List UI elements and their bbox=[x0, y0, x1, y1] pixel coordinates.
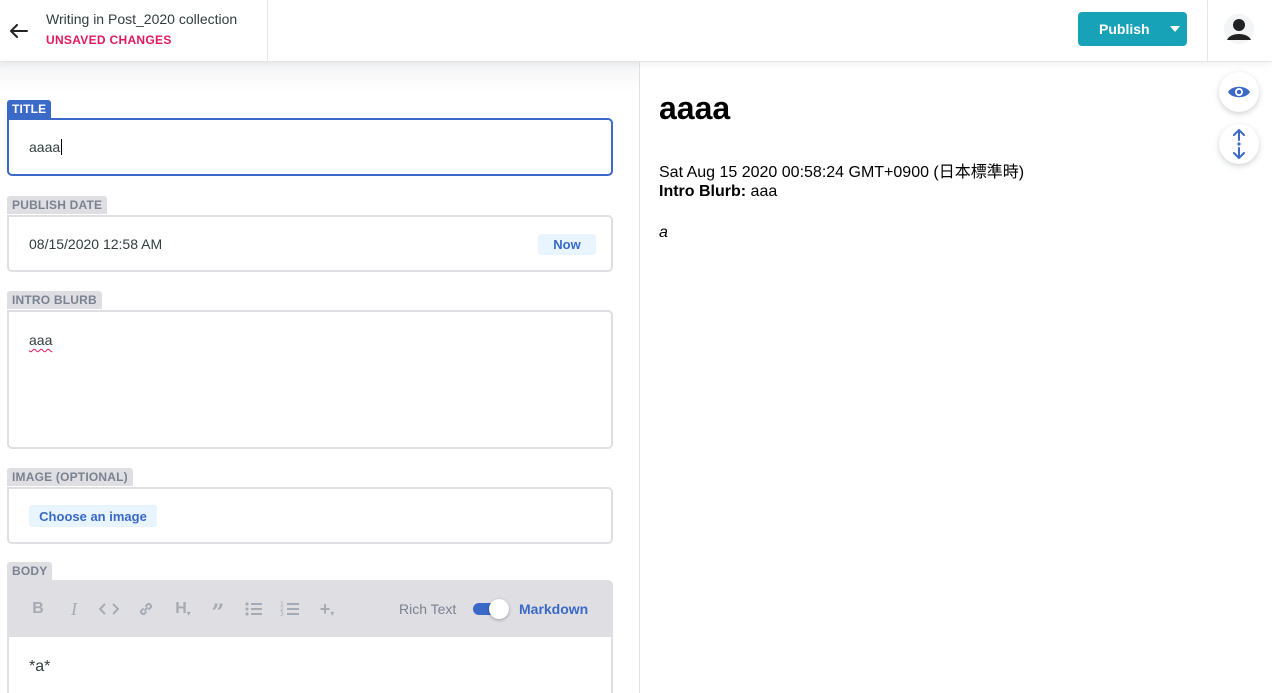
quote-icon[interactable]: ” bbox=[207, 598, 229, 626]
body-input[interactable]: *a* bbox=[7, 637, 613, 693]
publish-label: Publish bbox=[1099, 21, 1150, 37]
heading-icon[interactable]: H ▾ bbox=[170, 598, 196, 620]
intro-blurb-label: INTRO BLURB bbox=[7, 291, 102, 309]
title-value: aaaa bbox=[29, 139, 61, 155]
preview-blurb-value: aaa bbox=[746, 183, 778, 200]
intro-blurb-input[interactable]: aaa bbox=[7, 310, 613, 449]
breadcrumb: Writing in Post_2020 collection UNSAVED … bbox=[46, 11, 237, 47]
title-label: TITLE bbox=[7, 100, 52, 118]
top-bar: Writing in Post_2020 collection UNSAVED … bbox=[0, 0, 1272, 62]
preview-blurb: Intro Blurb: aaa bbox=[659, 183, 777, 201]
bold-icon[interactable]: B bbox=[27, 598, 49, 620]
header-divider bbox=[267, 0, 268, 62]
back-button[interactable] bbox=[0, 0, 38, 62]
choose-image-button[interactable]: Choose an image bbox=[29, 505, 157, 527]
preview-body: a bbox=[659, 224, 668, 241]
preview-blurb-label: Intro Blurb: bbox=[659, 183, 747, 200]
markdown-label[interactable]: Markdown bbox=[519, 601, 588, 617]
caret-down-icon[interactable] bbox=[1162, 12, 1187, 46]
editor-toolbar: B I H ▾ ” 123 + ▾ Rich Text Markdown bbox=[7, 580, 613, 637]
toggle-knob bbox=[489, 599, 509, 619]
link-icon[interactable] bbox=[135, 598, 157, 620]
add-icon[interactable]: + ▾ bbox=[314, 598, 340, 620]
image-input: Choose an image bbox=[7, 487, 613, 544]
intro-blurb-value: aaa bbox=[29, 332, 53, 348]
rich-text-label[interactable]: Rich Text bbox=[399, 601, 456, 617]
header-divider bbox=[1207, 0, 1208, 62]
editor-pane: TITLE aaaa PUBLISH DATE 08/15/2020 12:58… bbox=[0, 62, 640, 693]
publish-date-input[interactable]: 08/15/2020 12:58 AM Now bbox=[7, 215, 613, 272]
svg-text:3: 3 bbox=[280, 611, 284, 617]
preview-date: Sat Aug 15 2020 00:58:24 GMT+0900 (日本標準時… bbox=[659, 164, 1025, 181]
title-field: TITLE aaaa bbox=[7, 100, 613, 178]
bulleted-list-icon[interactable] bbox=[243, 598, 265, 620]
now-button[interactable]: Now bbox=[538, 234, 596, 255]
body-value: *a* bbox=[29, 658, 51, 675]
code-icon[interactable] bbox=[97, 598, 121, 620]
image-label: IMAGE (OPTIONAL) bbox=[7, 468, 133, 486]
publish-date-value: 08/15/2020 12:58 AM bbox=[29, 236, 163, 252]
eye-icon bbox=[1228, 86, 1250, 98]
preview-title: aaaa bbox=[659, 90, 731, 126]
collection-title: Writing in Post_2020 collection bbox=[46, 11, 238, 27]
preview-pane: aaaa Sat Aug 15 2020 00:58:24 GMT+0900 (… bbox=[641, 62, 1272, 693]
body-field: BODY B I H ▾ ” 123 + ▾ Rich Text Markdow… bbox=[7, 562, 613, 693]
numbered-list-icon[interactable]: 123 bbox=[278, 598, 302, 620]
text-cursor bbox=[61, 139, 63, 155]
body-label: BODY bbox=[7, 562, 53, 580]
editor-mode-toggle[interactable] bbox=[473, 599, 509, 619]
title-input[interactable]: aaaa bbox=[7, 118, 613, 176]
sync-scroll-icon bbox=[1233, 129, 1245, 159]
sync-scroll-button[interactable] bbox=[1219, 124, 1259, 164]
arrow-left-icon bbox=[10, 24, 28, 38]
image-field: IMAGE (OPTIONAL) Choose an image bbox=[7, 468, 613, 544]
publish-date-label: PUBLISH DATE bbox=[7, 196, 108, 214]
unsaved-status: UNSAVED CHANGES bbox=[46, 33, 172, 47]
user-icon bbox=[1224, 14, 1254, 44]
publish-button[interactable]: Publish bbox=[1078, 12, 1187, 46]
publish-date-field: PUBLISH DATE 08/15/2020 12:58 AM Now bbox=[7, 196, 613, 272]
toggle-preview-button[interactable] bbox=[1219, 72, 1259, 112]
user-avatar[interactable] bbox=[1222, 12, 1256, 46]
italic-icon[interactable]: I bbox=[63, 598, 85, 620]
intro-blurb-field: INTRO BLURB aaa bbox=[7, 291, 613, 450]
